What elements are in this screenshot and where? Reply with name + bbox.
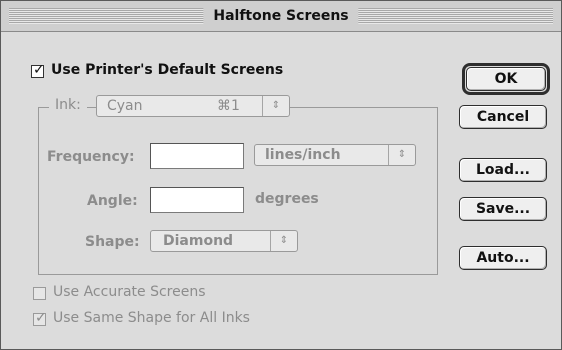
use-printer-default-label[interactable]: Use Printer's Default Screens <box>51 62 283 78</box>
frequency-unit-selected: lines/inch <box>265 147 341 163</box>
checkmark-icon: ✓ <box>35 310 47 326</box>
ink-popup[interactable]: Cyan ⌘1 ⇕ <box>96 95 290 117</box>
use-accurate-label[interactable]: Use Accurate Screens <box>53 284 206 300</box>
frequency-input[interactable] <box>150 143 244 169</box>
frequency-label: Frequency: <box>47 149 135 165</box>
frequency-unit-popup[interactable]: lines/inch ⇕ <box>254 144 416 166</box>
use-printer-default-checkbox[interactable]: ✓ <box>31 62 45 78</box>
ink-shortcut: ⌘1 <box>217 98 240 114</box>
cancel-button[interactable]: Cancel <box>459 105 547 129</box>
checkmark-icon: ✓ <box>33 62 45 78</box>
dialog-title: Halftone Screens <box>203 7 359 25</box>
use-same-shape-checkbox[interactable]: ✓ <box>33 310 47 326</box>
shape-label: Shape: <box>85 234 140 250</box>
ink-selected: Cyan <box>107 98 143 114</box>
angle-input[interactable] <box>150 187 244 213</box>
angle-label: Angle: <box>87 193 138 209</box>
use-same-shape-label[interactable]: Use Same Shape for All Inks <box>53 310 250 326</box>
angle-unit-label: degrees <box>255 191 319 207</box>
load-button[interactable]: Load... <box>459 158 547 182</box>
up-down-arrows-icon: ⇕ <box>270 231 297 251</box>
ok-button[interactable]: OK <box>466 67 546 91</box>
halftone-screens-dialog: Halftone Screens ✓ Use Printer's Default… <box>0 0 562 350</box>
save-button[interactable]: Save... <box>459 197 547 221</box>
ink-label: Ink: <box>49 97 87 113</box>
up-down-arrows-icon: ⇕ <box>388 145 415 165</box>
shape-popup[interactable]: Diamond ⇕ <box>150 230 298 252</box>
shape-selected: Diamond <box>163 233 234 249</box>
title-bar[interactable]: Halftone Screens <box>1 1 561 32</box>
use-accurate-checkbox[interactable] <box>33 287 46 300</box>
auto-button[interactable]: Auto... <box>459 246 547 270</box>
up-down-arrows-icon: ⇕ <box>262 96 289 116</box>
